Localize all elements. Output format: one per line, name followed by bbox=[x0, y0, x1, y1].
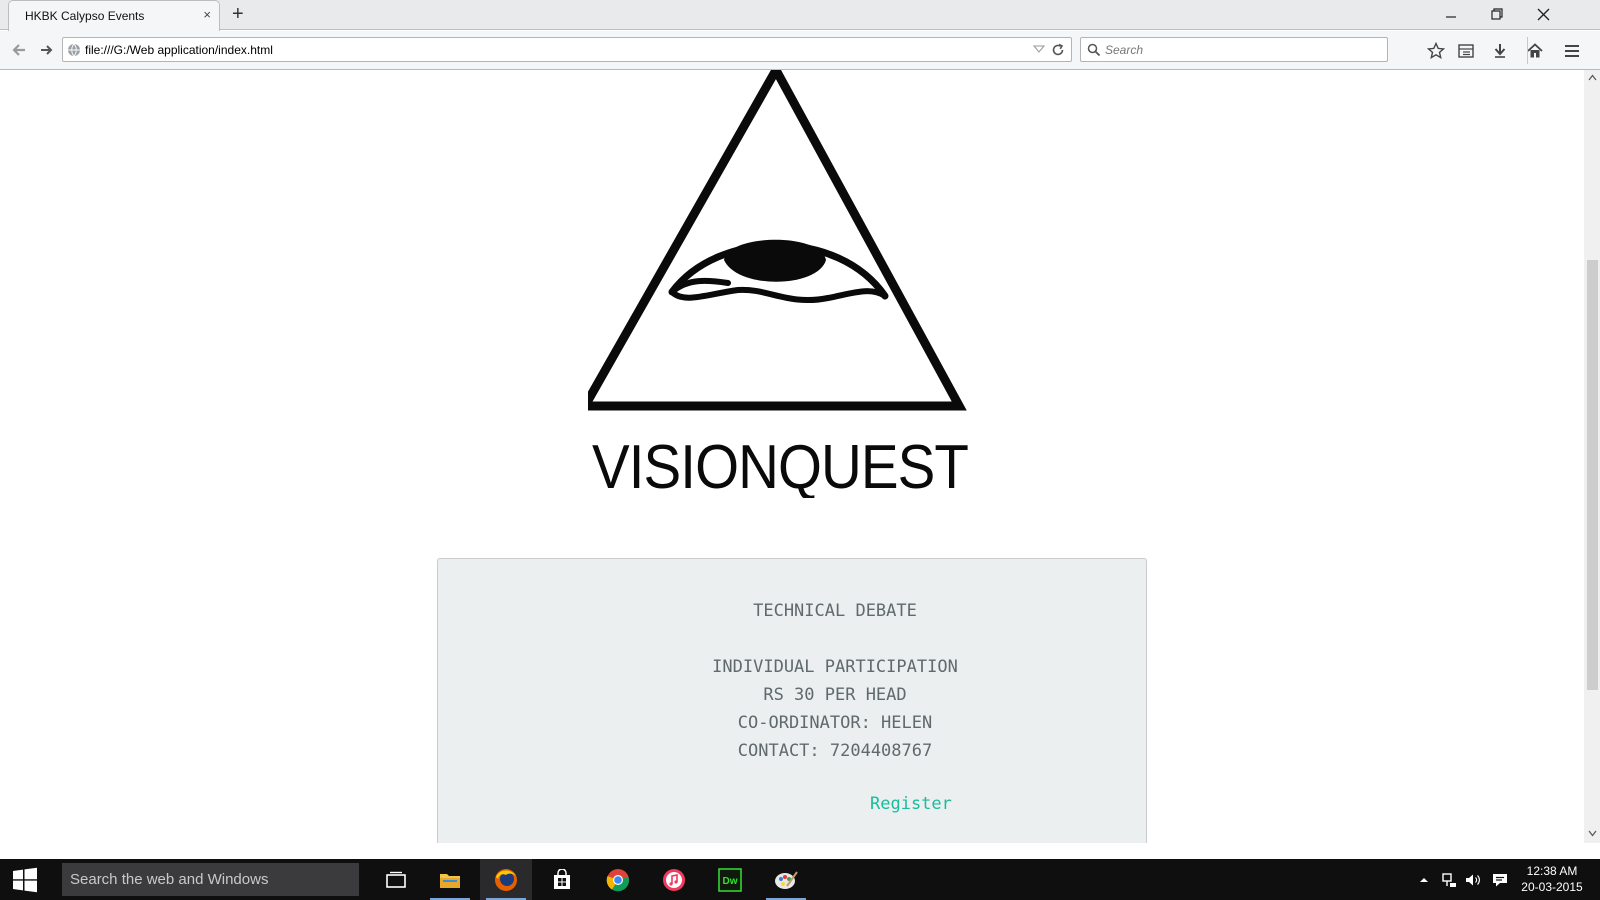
tab-close-icon[interactable]: × bbox=[203, 8, 211, 22]
taskbar-chrome[interactable] bbox=[592, 859, 644, 900]
scrollbar-thumb[interactable] bbox=[1587, 260, 1598, 690]
taskbar-file-explorer[interactable] bbox=[424, 859, 476, 900]
menu-button[interactable] bbox=[1560, 39, 1584, 63]
visionquest-logo: VISIONQUEST bbox=[577, 70, 972, 502]
download-arrow-icon bbox=[1494, 44, 1506, 58]
taskbar-search-placeholder: Search the web and Windows bbox=[70, 871, 269, 888]
taskbar-clock[interactable]: 12:38 AM 20-03-2015 bbox=[1512, 863, 1592, 895]
new-tab-button[interactable]: + bbox=[232, 4, 244, 24]
toolbar-separator bbox=[1527, 37, 1528, 64]
minimize-button[interactable] bbox=[1428, 0, 1474, 28]
tab-strip: HKBK Calypso Events × + bbox=[0, 0, 1600, 31]
bookmark-star-button[interactable] bbox=[1424, 39, 1448, 63]
firefox-icon bbox=[495, 868, 517, 891]
taskbar-itunes[interactable] bbox=[648, 859, 700, 900]
dreamweaver-icon: Dw bbox=[718, 867, 742, 892]
action-center-button[interactable] bbox=[1488, 859, 1512, 900]
clock-date: 20-03-2015 bbox=[1521, 880, 1583, 894]
restore-button[interactable] bbox=[1474, 0, 1520, 28]
clock-time: 12:38 AM bbox=[1526, 864, 1578, 878]
windows-logo-icon bbox=[13, 867, 37, 892]
search-bar[interactable]: Search bbox=[1080, 37, 1388, 62]
close-icon bbox=[1537, 8, 1549, 20]
event-fee: RS 30 PER HEAD bbox=[763, 685, 907, 705]
search-placeholder: Search bbox=[1105, 43, 1144, 57]
folder-icon bbox=[440, 873, 460, 888]
back-button[interactable] bbox=[8, 39, 30, 61]
event-title: TECHNICAL DEBATE bbox=[753, 601, 917, 621]
scroll-down-arrow-icon[interactable] bbox=[1588, 830, 1597, 837]
search-icon bbox=[1087, 43, 1101, 57]
url-bar[interactable]: file:///G:/Web application/index.html bbox=[62, 37, 1072, 62]
minimize-icon bbox=[1446, 16, 1456, 18]
eye-triangle-logo-icon: VISIONQUEST bbox=[577, 70, 969, 502]
taskbar-store[interactable] bbox=[536, 859, 588, 900]
register-link[interactable]: Register bbox=[870, 794, 952, 814]
forward-button[interactable] bbox=[36, 39, 58, 61]
back-arrow-icon bbox=[12, 44, 25, 56]
start-button[interactable] bbox=[0, 859, 50, 900]
home-icon bbox=[1527, 43, 1543, 58]
event-card: TECHNICAL DEBATE INDIVIDUAL PARTICIPATIO… bbox=[437, 558, 1147, 843]
network-icon bbox=[1442, 872, 1456, 887]
scroll-up-arrow-icon[interactable] bbox=[1588, 74, 1597, 81]
hamburger-menu-icon bbox=[1565, 45, 1579, 57]
restore-icon bbox=[1490, 7, 1503, 20]
itunes-music-icon bbox=[663, 868, 685, 891]
downloads-button[interactable] bbox=[1488, 39, 1512, 63]
svg-text:Dw: Dw bbox=[723, 876, 738, 887]
event-contact: CONTACT: 7204408767 bbox=[737, 741, 933, 761]
event-participation: INDIVIDUAL PARTICIPATION bbox=[712, 657, 958, 677]
windows-taskbar: Search the web and Windows Dw 12:38 AM 2… bbox=[0, 859, 1600, 900]
bookmarks-library-icon bbox=[1458, 44, 1474, 58]
url-text[interactable]: file:///G:/Web application/index.html bbox=[85, 43, 273, 57]
bookmarks-menu-button[interactable] bbox=[1454, 39, 1478, 63]
page-viewport: VISIONQUEST TECHNICAL DEBATE INDIVIDUAL … bbox=[0, 70, 1584, 843]
chevron-up-icon bbox=[1420, 877, 1428, 882]
page-scrollbar[interactable] bbox=[1584, 70, 1600, 843]
history-dropdown-icon[interactable] bbox=[1033, 44, 1045, 54]
network-tray-button[interactable] bbox=[1438, 859, 1460, 900]
close-window-button[interactable] bbox=[1520, 0, 1566, 28]
task-view-icon bbox=[386, 871, 406, 888]
logo-wordmark: VISIONQUEST bbox=[592, 433, 968, 498]
navigation-toolbar: file:///G:/Web application/index.html Se… bbox=[0, 31, 1600, 70]
taskbar-search-box[interactable]: Search the web and Windows bbox=[62, 863, 359, 896]
speaker-icon bbox=[1466, 874, 1480, 885]
event-coordinator: CO-ORDINATOR: HELEN bbox=[737, 713, 933, 733]
notification-icon bbox=[1493, 873, 1507, 886]
browser-tab[interactable]: HKBK Calypso Events × bbox=[8, 0, 220, 31]
show-hidden-icons-button[interactable] bbox=[1414, 859, 1434, 900]
taskbar-dreamweaver[interactable]: Dw bbox=[704, 859, 756, 900]
event-details: TECHNICAL DEBATE INDIVIDUAL PARTICIPATIO… bbox=[438, 597, 1146, 765]
chrome-icon bbox=[606, 868, 630, 891]
forward-arrow-icon bbox=[41, 45, 53, 55]
store-bag-icon bbox=[554, 868, 570, 889]
task-view-button[interactable] bbox=[370, 859, 422, 900]
star-icon bbox=[1427, 42, 1445, 60]
reload-icon[interactable] bbox=[1050, 42, 1066, 58]
globe-icon bbox=[68, 43, 80, 57]
taskbar-paint[interactable] bbox=[760, 859, 812, 900]
volume-tray-button[interactable] bbox=[1462, 859, 1484, 900]
paint-palette-icon bbox=[775, 870, 798, 889]
taskbar-firefox[interactable] bbox=[480, 859, 532, 900]
tab-title: HKBK Calypso Events bbox=[25, 9, 145, 23]
